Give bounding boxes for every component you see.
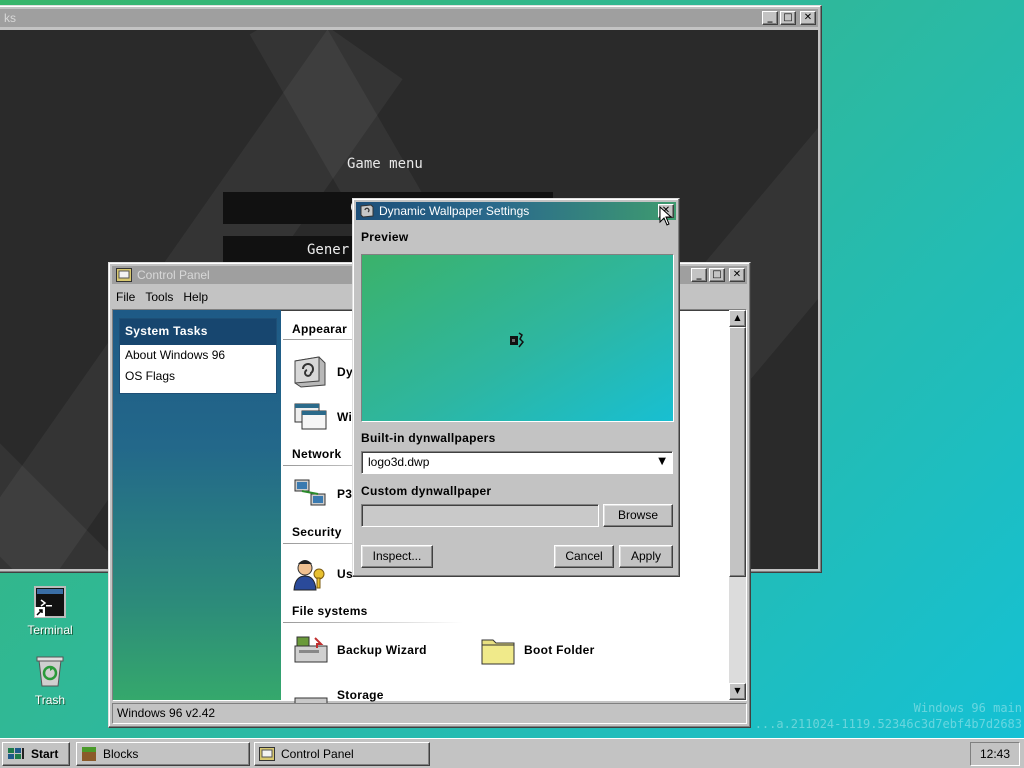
task-about-windows[interactable]: About Windows 96 xyxy=(120,345,276,366)
minimize-button[interactable]: _ xyxy=(691,268,707,282)
watermark-line-1: Windows 96 main xyxy=(913,701,1022,715)
desktop-icon-label: Trash xyxy=(34,693,66,707)
desktop-icon-terminal[interactable]: Terminal xyxy=(18,586,82,637)
backup-wizard-icon xyxy=(294,636,328,663)
item-label: Us xyxy=(337,567,353,581)
menu-tools[interactable]: Tools xyxy=(145,290,173,304)
close-button[interactable]: ✕ xyxy=(800,11,816,25)
close-button[interactable]: ✕ xyxy=(729,268,745,282)
item-dynamic-wallpaper[interactable]: Dy xyxy=(289,355,353,389)
control-panel-title: Control Panel xyxy=(137,268,210,282)
trash-icon xyxy=(36,656,64,687)
desktop-icon-trash[interactable]: Trash xyxy=(18,654,82,707)
section-file-systems: File systems xyxy=(292,604,368,618)
minimize-button[interactable]: _ xyxy=(762,11,778,25)
item-label: Backup Wizard xyxy=(337,643,427,657)
item-label: Dy xyxy=(337,365,353,379)
item-boot-folder[interactable]: Boot Folder xyxy=(480,634,595,666)
game-menu-title: Game menu xyxy=(347,156,423,172)
item-label: Storage xyxy=(337,688,384,702)
browse-button[interactable]: Browse xyxy=(603,504,673,527)
dynamic-wallpaper-dialog: Dynamic Wallpaper Settings ✕ Preview Bui… xyxy=(352,198,680,577)
cancel-button[interactable]: Cancel xyxy=(554,545,614,568)
storage-icon xyxy=(294,697,328,704)
logo3d-preview-icon xyxy=(510,332,525,348)
system-clock: 12:43 xyxy=(970,742,1020,766)
section-appearance: Appearar xyxy=(292,322,348,336)
terminal-icon xyxy=(34,586,66,618)
mouse-cursor-icon xyxy=(659,206,673,226)
windows-icon xyxy=(294,403,327,430)
wallpaper-preview xyxy=(361,254,674,422)
build-watermark: Windows 96 main ...a.211024-1119.52346c3… xyxy=(755,700,1022,732)
dynwallpaper-small-icon xyxy=(360,204,374,218)
menu-file[interactable]: File xyxy=(116,290,135,304)
item-label: Boot Folder xyxy=(524,643,595,657)
apply-button[interactable]: Apply xyxy=(619,545,673,568)
section-security: Security xyxy=(292,525,342,539)
control-panel-icon xyxy=(116,268,132,282)
network-computers-icon xyxy=(294,479,326,506)
watermark-line-2: ...a.211024-1119.52346c3d7ebf4b7d2683 xyxy=(754,717,1022,731)
custom-wallpaper-input[interactable] xyxy=(361,504,599,527)
start-logo-icon xyxy=(8,748,24,759)
desktop-icon-label: Terminal xyxy=(27,623,73,637)
item-backup-wizard[interactable]: Backup Wizard xyxy=(293,634,427,666)
blocks-app-icon xyxy=(82,747,96,761)
scroll-down-button[interactable]: ▼ xyxy=(729,683,746,700)
scroll-thumb[interactable] xyxy=(729,327,746,577)
item-users[interactable]: Us xyxy=(291,556,353,592)
item-label: P3 xyxy=(337,487,353,501)
maximize-button[interactable]: □ xyxy=(709,268,725,282)
users-keys-icon xyxy=(293,560,325,591)
dialog-title: Dynamic Wallpaper Settings xyxy=(379,204,530,218)
item-storage[interactable]: Storage xyxy=(293,688,384,704)
status-bar: Windows 96 v2.42 xyxy=(112,703,747,724)
start-button[interactable]: Start xyxy=(2,742,70,766)
menu-bar: File Tools Help xyxy=(112,288,208,306)
section-network: Network xyxy=(292,447,342,461)
preview-label: Preview xyxy=(361,230,409,244)
taskbar-item-label: Blocks xyxy=(103,747,139,761)
tasks-sidebar: System Tasks About Windows 96 OS Flags xyxy=(113,310,281,700)
vertical-scrollbar[interactable]: ▲ ▼ xyxy=(729,310,746,700)
blocks-title: ks xyxy=(4,11,16,25)
taskbar: Start Blocks Control Panel 12:43 xyxy=(0,738,1024,768)
builtin-wallpaper-select[interactable]: logo3d.dwp ▼ xyxy=(361,451,673,474)
blocks-titlebar[interactable]: ks _ □ ✕ xyxy=(0,9,818,27)
task-os-flags[interactable]: OS Flags xyxy=(120,366,276,387)
maximize-button[interactable]: □ xyxy=(780,11,796,25)
start-label: Start xyxy=(31,747,59,761)
taskbar-item-control-panel[interactable]: Control Panel xyxy=(254,742,430,766)
item-label: Wi xyxy=(337,410,353,424)
builtin-label: Built-in dynwallpapers xyxy=(361,431,496,445)
menu-help[interactable]: Help xyxy=(183,290,208,304)
item-windows[interactable]: Wi xyxy=(293,402,352,432)
chevron-down-icon: ▼ xyxy=(658,456,666,467)
scroll-up-button[interactable]: ▲ xyxy=(729,310,746,327)
dialog-titlebar[interactable]: Dynamic Wallpaper Settings ✕ xyxy=(356,202,676,220)
inspect-button[interactable]: Inspect... xyxy=(361,545,433,568)
custom-label: Custom dynwallpaper xyxy=(361,484,492,498)
taskbar-item-label: Control Panel xyxy=(281,747,354,761)
dynwallpaper-icon xyxy=(294,356,326,388)
control-panel-icon xyxy=(259,747,275,761)
item-p3[interactable]: P3 xyxy=(293,478,352,510)
system-tasks-box: System Tasks About Windows 96 OS Flags xyxy=(119,318,277,394)
selected-wallpaper: logo3d.dwp xyxy=(368,455,430,469)
taskbar-item-blocks[interactable]: Blocks xyxy=(76,742,250,766)
section-divider xyxy=(283,622,463,623)
folder-icon xyxy=(481,639,515,665)
system-tasks-header: System Tasks xyxy=(120,319,276,345)
